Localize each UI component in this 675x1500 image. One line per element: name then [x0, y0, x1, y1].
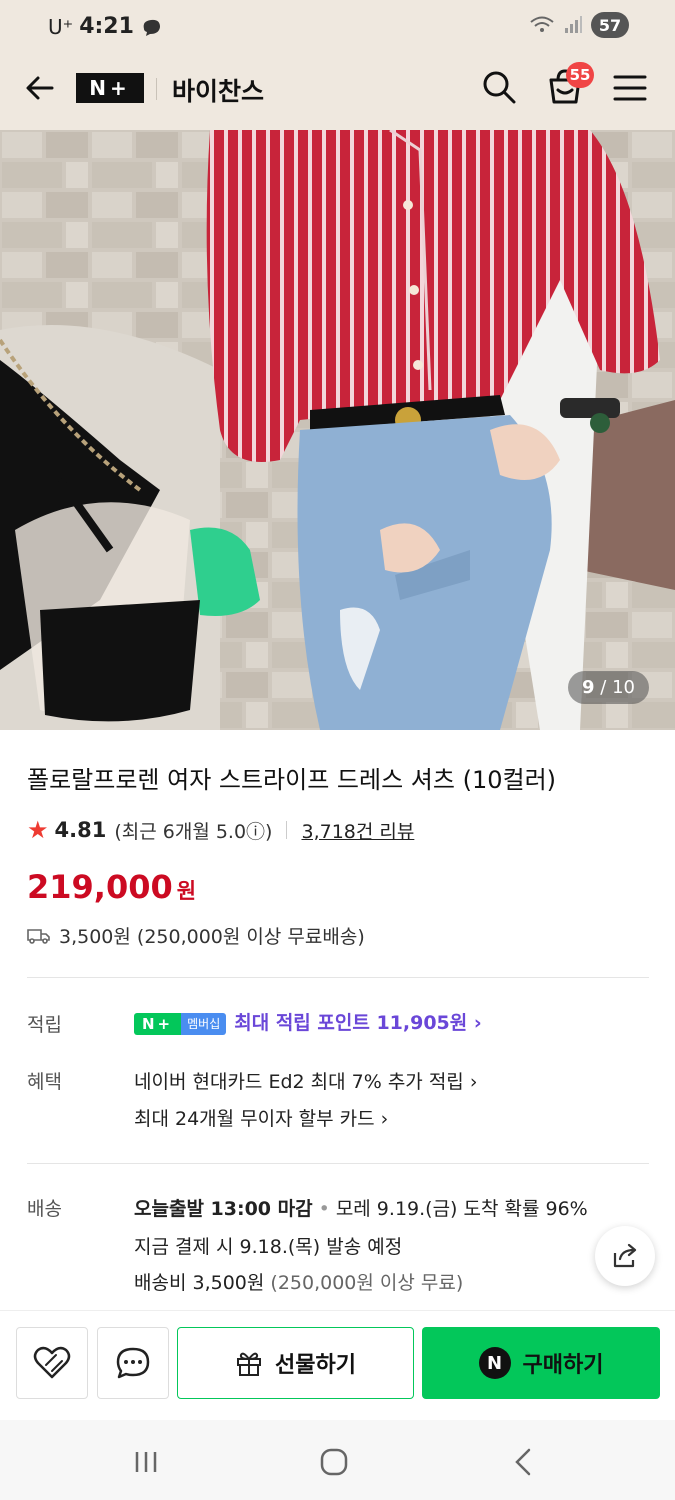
status-bar: U⁺ 4:21 57: [0, 0, 675, 48]
delivery-dot: •: [318, 1198, 330, 1220]
buy-button[interactable]: N 구매하기: [422, 1327, 660, 1399]
delivery-label: 배송: [27, 1198, 62, 1220]
share-button[interactable]: [595, 1226, 655, 1286]
review-count-link[interactable]: 3,718건 리뷰: [301, 817, 414, 844]
chat-bubble-icon: [116, 1347, 150, 1379]
section-divider: [27, 1163, 649, 1164]
notification-icon: [143, 19, 160, 36]
app-header: N+ 바이찬스: [0, 48, 675, 130]
max-points-text: 최대 적립 포인트 11,905원 ›: [234, 1012, 482, 1034]
membership-badge-label: 멤버십: [181, 1012, 227, 1035]
system-back-button[interactable]: [503, 1442, 543, 1482]
share-icon: [613, 1243, 637, 1268]
gift-button[interactable]: 선물하기: [177, 1327, 414, 1399]
price-unit: 원: [176, 879, 197, 903]
search-icon: [483, 71, 516, 104]
delivery-ship-date: 지금 결제 시 9.18.(목) 발송 예정: [134, 1236, 403, 1258]
price-value: 219,000: [27, 868, 173, 906]
gift-button-label: 선물하기: [275, 1353, 356, 1378]
battery-indicator: 57: [591, 12, 629, 38]
product-price: 219,000 원: [27, 868, 196, 906]
benefit-card-points[interactable]: 네이버 현대카드 Ed2 최대 7% 추가 적립 ›: [134, 1067, 477, 1094]
recent-apps-button[interactable]: [126, 1442, 166, 1482]
delivery-line: 오늘출발 13:00 마감 • 모레 9.19.(금) 도착 확률 96%: [134, 1194, 588, 1221]
star-icon: ★: [27, 816, 49, 844]
status-right: 57: [529, 12, 629, 38]
product-image-gallery[interactable]: 9 / 10: [0, 130, 675, 730]
naver-pay-icon: N: [478, 1347, 511, 1379]
clock: 4:21: [79, 14, 134, 39]
back-button[interactable]: [22, 70, 58, 106]
image-counter-total: / 10: [600, 677, 635, 698]
section-divider: [27, 977, 649, 978]
benefit-installment[interactable]: 최대 24개월 무이자 할부 카드 ›: [134, 1104, 388, 1131]
shipping-text: 3,500원 (250,000원 이상 무료배송): [59, 926, 365, 948]
nplus-badge-mark: N+: [134, 1012, 182, 1035]
gift-icon: [237, 1352, 262, 1376]
signal-icon: [565, 16, 582, 33]
product-photo: [0, 130, 675, 730]
inquiry-button[interactable]: [97, 1327, 169, 1399]
chevron-left-icon: [515, 1448, 531, 1476]
recent-apps-icon: [135, 1452, 157, 1472]
points-label: 적립: [27, 1014, 62, 1036]
back-arrow-icon: [26, 76, 54, 100]
buy-button-label: 구매하기: [522, 1353, 604, 1378]
naver-plus-logo[interactable]: N+: [76, 73, 144, 103]
home-icon: [320, 1448, 348, 1476]
delivery-arrival: 모레 9.19.(금) 도착 확률 96%: [335, 1198, 588, 1220]
benefits-label: 혜택: [27, 1071, 62, 1093]
status-left: U⁺ 4:21: [48, 14, 162, 39]
shipping-summary: 3,500원 (250,000원 이상 무료배송): [27, 922, 365, 949]
cart-count-badge: 55: [566, 62, 594, 88]
heart-icon: [33, 1346, 71, 1379]
delivery-fee-line: 배송비 3,500원 (250,000원 이상 무료): [134, 1268, 463, 1295]
truck-icon: [27, 928, 50, 944]
delivery-fee: 배송비 3,500원: [134, 1272, 265, 1294]
product-title: 폴로랄프로렌 여자 스트라이프 드레스 셔츠 (10컬러): [27, 766, 557, 794]
delivery-deadline: 오늘출발 13:00 마감: [134, 1198, 313, 1220]
nplus-membership-badge: N+ 멤버십: [134, 1012, 227, 1035]
recent-rating[interactable]: (최근 6개월 5.0ⓘ): [114, 817, 272, 844]
rating-score: 4.81: [54, 818, 107, 842]
image-counter: 9 / 10: [568, 671, 649, 704]
rating-divider: [286, 821, 288, 839]
wifi-icon: [530, 16, 554, 32]
wishlist-button[interactable]: [16, 1327, 88, 1399]
menu-button[interactable]: [612, 72, 648, 104]
points-row[interactable]: N+ 멤버십 최대 적립 포인트 11,905원 ›: [134, 1008, 482, 1035]
image-counter-current: 9: [582, 677, 595, 698]
carrier-label: U⁺: [48, 14, 74, 39]
logo-divider: [156, 78, 157, 100]
delivery-fee-note: (250,000원 이상 무료): [270, 1272, 464, 1294]
search-button[interactable]: [480, 68, 518, 106]
rating-row: ★ 4.81 (최근 6개월 5.0ⓘ) 3,718건 리뷰: [27, 816, 414, 844]
store-name[interactable]: 바이찬스: [172, 72, 264, 108]
home-button[interactable]: [314, 1442, 354, 1482]
hamburger-menu-icon: [613, 75, 647, 101]
bottom-action-bar: 선물하기 N 구매하기: [0, 1310, 675, 1420]
system-navigation-bar: [0, 1420, 675, 1500]
